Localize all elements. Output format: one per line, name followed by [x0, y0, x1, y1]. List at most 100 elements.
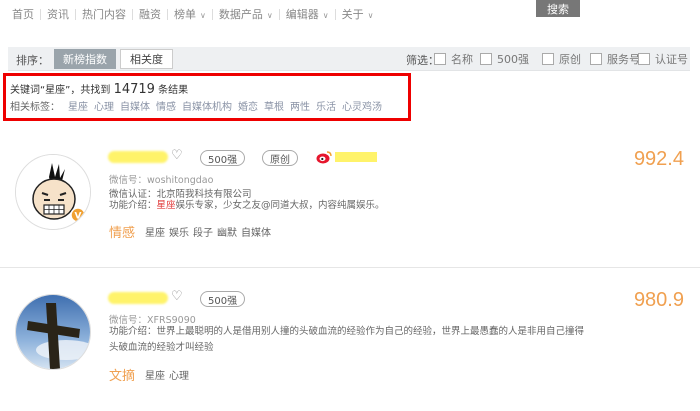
intro-text: 功能介绍：世界上最聪明的人是借用别人撞的头破血流的经验作为自己的经验，世界上最愚…: [109, 324, 609, 356]
category-tag[interactable]: 段子: [193, 224, 213, 239]
related-tag[interactable]: 自媒体: [120, 98, 150, 113]
category-tag[interactable]: 幽默: [217, 224, 237, 239]
result-card: ♡ 500强 微信号：XFRS9090 功能介绍：世界上最聪明的人是借用别人撞的…: [0, 285, 700, 411]
result-count: 14719: [113, 82, 155, 97]
category-tag[interactable]: 自媒体: [241, 224, 271, 239]
keyword-prefix: 关键词: [10, 85, 40, 96]
badge-top500: 500强: [200, 291, 246, 307]
sort-filter-bar: 排序： 新榜指数 相关度 筛选： 名称 500强 原创 服务号 认证号: [8, 47, 690, 71]
account-name-redacted[interactable]: [108, 151, 168, 163]
intro-body: 世界上最聪明的人是借用别人撞的头破血流的经验作为自己的经验，世界上最愚蠢的人是非…: [156, 326, 585, 337]
nav-item-news[interactable]: 资讯: [41, 6, 75, 22]
filter-option-label: 服务号: [607, 53, 640, 66]
nav-item-data-products[interactable]: 数据产品 ∨: [213, 6, 279, 22]
related-tag[interactable]: 情感: [156, 98, 176, 113]
filter-option-label: 500强: [497, 53, 529, 66]
nav-label: 热门内容: [82, 8, 126, 21]
category-row: 文摘 星座 心理: [109, 365, 189, 384]
cross-photo-avatar-image: [16, 295, 90, 369]
filter-option-label: 名称: [451, 53, 473, 66]
category-label[interactable]: 情感: [109, 222, 135, 241]
search-keyword: “星座”: [40, 85, 71, 96]
filter-name-checkbox[interactable]: 名称: [434, 51, 473, 67]
cartoon-avatar-image: V: [16, 155, 90, 229]
related-tag[interactable]: 婚恋: [238, 98, 258, 113]
intro-prefix: 功能介绍：: [109, 326, 157, 337]
sort-label: 排序：: [16, 54, 49, 67]
chevron-down-icon: ∨: [367, 11, 374, 20]
nav-label: 榜单: [174, 8, 196, 21]
nav-item-rankings[interactable]: 榜单 ∨: [168, 6, 212, 22]
related-tag[interactable]: 心灵鸡汤: [342, 98, 382, 113]
filter-option-label: 认证号: [655, 53, 688, 66]
weibo-name-redacted: [335, 152, 377, 162]
intro-body: 娱乐专家，少女之友@同道大叔，内容纯属娱乐。: [175, 200, 385, 211]
weibo-icon: [316, 151, 332, 164]
filter-service-account-checkbox[interactable]: 服务号: [590, 51, 640, 67]
wechat-id: 微信号：woshitongdao: [109, 175, 214, 186]
intro-prefix: 功能介绍：: [109, 200, 157, 211]
category-tag[interactable]: 星座: [145, 224, 165, 239]
newrank-score: 980.9: [633, 289, 684, 311]
category-tag[interactable]: 心理: [169, 367, 189, 382]
badge-top500: 500强: [200, 150, 246, 166]
checkbox-box[interactable]: [590, 53, 602, 65]
intro-text: 功能介绍：星座娱乐专家，少女之友@同道大叔，内容纯属娱乐。: [109, 198, 385, 214]
avatar[interactable]: V: [15, 154, 91, 230]
nav-item-about[interactable]: 关于 ∨: [336, 6, 380, 22]
nav-label: 资讯: [47, 8, 69, 21]
related-tags: 相关标签： 星座 心理 自媒体 情感 自媒体机构 婚恋 草根 两性 乐活 心灵鸡…: [10, 98, 382, 113]
weibo-link[interactable]: [316, 150, 377, 164]
filter-option-label: 原创: [559, 53, 581, 66]
nav-item-editor[interactable]: 编辑器 ∨: [280, 6, 335, 22]
search-button[interactable]: 搜索: [536, 0, 580, 17]
result-suffix: 条结果: [158, 85, 189, 96]
chevron-down-icon: ∨: [322, 11, 329, 20]
category-tag[interactable]: 星座: [145, 367, 165, 382]
chevron-down-icon: ∨: [200, 11, 206, 20]
newrank-score: 992.4: [633, 148, 684, 170]
checkbox-box[interactable]: [480, 53, 492, 65]
category-label[interactable]: 文摘: [109, 365, 135, 384]
svg-text:V: V: [75, 212, 82, 222]
heart-icon[interactable]: ♡: [171, 148, 183, 163]
account-name-redacted[interactable]: [108, 292, 168, 304]
nav-item-home[interactable]: 首页: [6, 6, 40, 22]
nav-item-hot-content[interactable]: 热门内容: [76, 6, 132, 22]
related-tag[interactable]: 心理: [94, 98, 114, 113]
checkbox-box[interactable]: [434, 53, 446, 65]
nav-item-financing[interactable]: 融资: [133, 6, 167, 22]
related-tag[interactable]: 自媒体机构: [182, 98, 232, 113]
nav-label: 关于: [341, 8, 364, 21]
result-card: V ♡ 500强 原创 微信号：woshitongdao 微信认证：北京陌我科技…: [0, 140, 700, 268]
nav-label: 编辑器: [285, 8, 319, 21]
keyword-summary: 关键词“星座”，共找到 14719 条结果 相关标签： 星座 心理 自媒体 情感…: [3, 73, 411, 121]
nav-label: 首页: [12, 8, 34, 21]
avatar[interactable]: [15, 294, 91, 370]
intro-line: 头破血流的经验才叫经验: [109, 342, 214, 353]
related-tag[interactable]: 两性: [290, 98, 310, 113]
filter-top500-checkbox[interactable]: 500强: [480, 51, 529, 67]
tab-relevance[interactable]: 相关度: [120, 49, 173, 69]
found-text: ，共找到: [70, 85, 111, 96]
checkbox-box[interactable]: [638, 53, 650, 65]
chevron-down-icon: ∨: [266, 11, 273, 20]
related-tag[interactable]: 草根: [264, 98, 284, 113]
top-nav: 首页 资讯 热门内容 融资 榜单 ∨ 数据产品 ∨ 编辑器 ∨ 关于 ∨ 搜索: [0, 0, 700, 26]
badge-original: 原创: [262, 150, 298, 166]
category-row: 情感 星座 娱乐 段子 幽默 自媒体: [109, 222, 271, 241]
intro-line: 功能介绍：世界上最聪明的人是借用别人撞的头破血流的经验作为自己的经验，世界上最愚…: [109, 324, 609, 340]
category-tag[interactable]: 娱乐: [169, 224, 189, 239]
filter-original-checkbox[interactable]: 原创: [542, 51, 581, 67]
tab-newrank-index[interactable]: 新榜指数: [54, 49, 116, 69]
nav-label: 数据产品: [218, 8, 263, 21]
related-tags-label: 相关标签：: [10, 102, 60, 113]
checkbox-box[interactable]: [542, 53, 554, 65]
nav-menu: 首页 资讯 热门内容 融资 榜单 ∨ 数据产品 ∨ 编辑器 ∨ 关于 ∨: [6, 6, 379, 22]
intro-keyword-highlight: 星座: [156, 200, 176, 211]
heart-icon[interactable]: ♡: [171, 289, 183, 304]
filter-verified-checkbox[interactable]: 认证号: [638, 51, 688, 67]
related-tag[interactable]: 星座: [68, 98, 88, 113]
related-tag[interactable]: 乐活: [316, 98, 336, 113]
result-count-line: 关键词“星座”，共找到 14719 条结果: [10, 81, 188, 97]
